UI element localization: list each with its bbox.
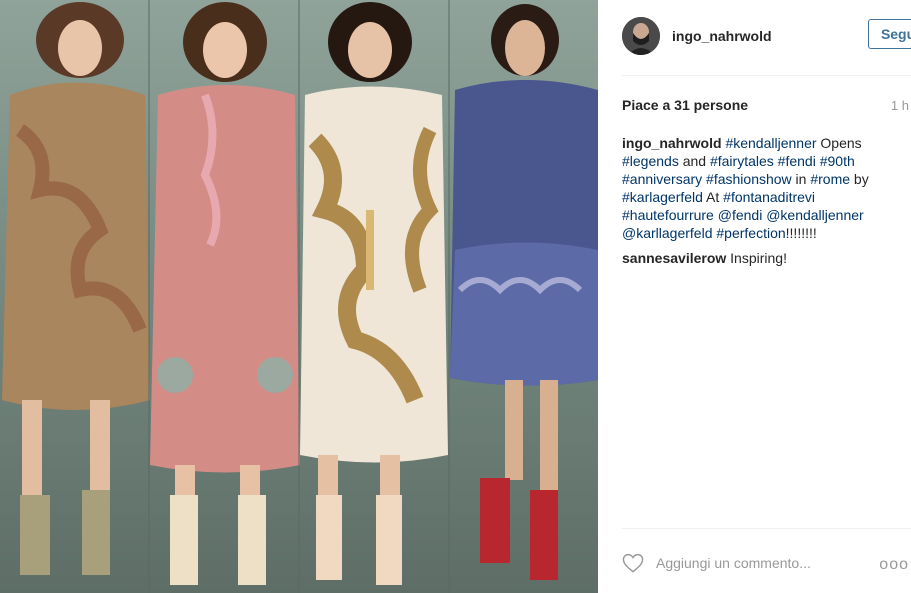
caption-hashtag-link[interactable]: @kendalljenner: [766, 207, 864, 223]
caption-hashtag-link[interactable]: #kendalljenner: [725, 135, 816, 151]
caption-plain-text: Opens: [816, 135, 862, 151]
caption-hashtag-link[interactable]: #perfection: [716, 225, 785, 241]
caption-hashtag-link[interactable]: #fashionshow: [706, 171, 792, 187]
caption-hashtag-link[interactable]: @fendi: [718, 207, 763, 223]
post-photo[interactable]: [0, 0, 598, 593]
post-sidebar: ingo_nahrwold Segui Piace a 31 persone 1…: [598, 0, 911, 593]
comment-input[interactable]: [656, 552, 856, 574]
caption-hashtag-link[interactable]: #hautefourrure: [622, 207, 714, 223]
caption-hashtag-link[interactable]: #90th: [820, 153, 855, 169]
caption-hashtag-link[interactable]: @karllagerfeld: [622, 225, 712, 241]
caption-hashtag-link[interactable]: #anniversary: [622, 171, 702, 187]
comment-username[interactable]: sannesavilerow: [622, 250, 726, 266]
heart-icon[interactable]: [622, 553, 644, 573]
caption-hashtag-link[interactable]: #rome: [810, 171, 850, 187]
caption-username[interactable]: ingo_nahrwold: [622, 135, 722, 151]
caption-plain-text: At: [702, 189, 724, 205]
avatar[interactable]: [622, 17, 660, 55]
follow-button[interactable]: Segui: [868, 19, 911, 49]
likes-count[interactable]: Piace a 31 persone: [622, 97, 748, 113]
caption-plain-text: by: [850, 171, 869, 187]
caption-plain-text: and: [678, 153, 710, 169]
caption-plain-text: in: [791, 171, 811, 187]
caption-hashtag-link[interactable]: #legends: [622, 153, 679, 169]
comment-text: Inspiring!: [730, 250, 787, 266]
caption-hashtag-link[interactable]: #fontanaditrevi: [723, 189, 815, 205]
post-time[interactable]: 1 h: [891, 98, 909, 113]
post-username[interactable]: ingo_nahrwold: [672, 28, 772, 44]
caption-hashtag-link[interactable]: #fairytales: [710, 153, 774, 169]
more-options-icon[interactable]: ooo: [879, 556, 909, 574]
caption-hashtag-link[interactable]: #fendi: [778, 153, 816, 169]
divider: [622, 528, 911, 529]
comment-item: sannesavilerow Inspiring!: [622, 249, 787, 267]
divider: [622, 75, 911, 76]
post-header: ingo_nahrwold Segui: [622, 17, 911, 57]
caption-hashtag-link[interactable]: #karlagerfeld: [622, 189, 703, 205]
post-caption: ingo_nahrwold #kendalljenner Opens #lege…: [622, 134, 907, 242]
caption-plain-text: !!!!!!!!: [785, 225, 817, 241]
